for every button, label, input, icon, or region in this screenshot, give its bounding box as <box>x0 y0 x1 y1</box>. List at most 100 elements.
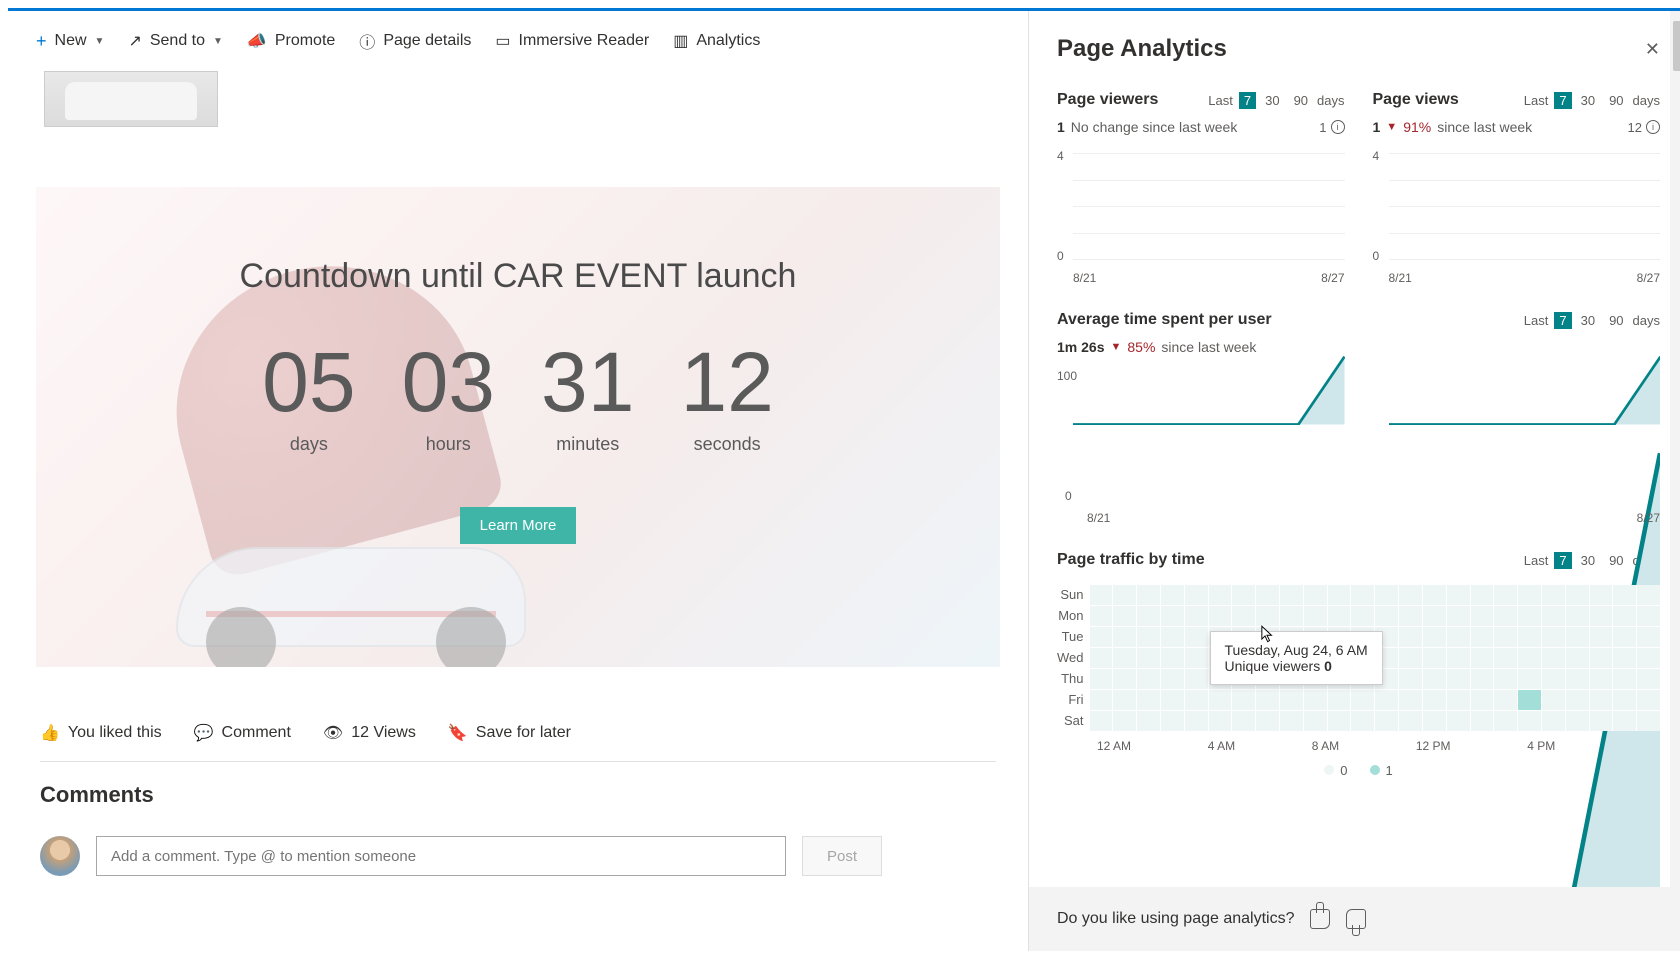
heatmap-cell[interactable] <box>1090 711 1113 731</box>
page-details-button[interactable]: ⓘPage details <box>359 29 471 53</box>
heatmap-cell[interactable] <box>1542 627 1565 647</box>
heatmap-cell[interactable] <box>1566 585 1589 605</box>
heatmap-cell[interactable] <box>1137 711 1160 731</box>
heatmap-cell[interactable] <box>1256 690 1279 710</box>
heatmap-cell[interactable] <box>1637 585 1660 605</box>
heatmap-cell[interactable] <box>1423 690 1446 710</box>
heatmap-cell[interactable] <box>1590 669 1613 689</box>
heatmap-cell[interactable] <box>1637 669 1660 689</box>
heatmap-cell[interactable] <box>1542 690 1565 710</box>
page-thumbnail[interactable] <box>44 71 218 127</box>
heatmap-cell[interactable] <box>1161 669 1184 689</box>
heatmap-cell[interactable] <box>1518 690 1541 710</box>
heatmap-cell[interactable] <box>1447 627 1470 647</box>
heatmap-cell[interactable] <box>1542 606 1565 626</box>
heatmap-cell[interactable] <box>1590 690 1613 710</box>
analytics-button[interactable]: ▥Analytics <box>673 31 760 51</box>
heatmap-cell[interactable] <box>1423 648 1446 668</box>
heatmap-cell[interactable] <box>1328 606 1351 626</box>
range-30[interactable]: 30 <box>1576 92 1600 109</box>
heatmap-cell[interactable] <box>1328 711 1351 731</box>
heatmap-cell[interactable] <box>1590 585 1613 605</box>
heatmap-cell[interactable] <box>1518 669 1541 689</box>
heatmap-cell[interactable] <box>1137 648 1160 668</box>
heatmap-cell[interactable] <box>1113 648 1136 668</box>
comment-input[interactable] <box>96 836 786 876</box>
heatmap-cell[interactable] <box>1161 648 1184 668</box>
heatmap-cell[interactable] <box>1613 648 1636 668</box>
heatmap-cell[interactable] <box>1375 585 1398 605</box>
range-7[interactable]: 7 <box>1239 92 1256 109</box>
promote-button[interactable]: 📣Promote <box>247 31 335 51</box>
heatmap-cell[interactable] <box>1161 606 1184 626</box>
heatmap-cell[interactable] <box>1471 690 1494 710</box>
close-icon[interactable]: ✕ <box>1645 39 1660 60</box>
heatmap-cell[interactable] <box>1494 648 1517 668</box>
heatmap-cell[interactable] <box>1637 648 1660 668</box>
heatmap-cell[interactable] <box>1590 648 1613 668</box>
heatmap-cell[interactable] <box>1471 606 1494 626</box>
heatmap-cell[interactable] <box>1399 585 1422 605</box>
learn-more-button[interactable]: Learn More <box>460 507 577 544</box>
heatmap-cell[interactable] <box>1471 585 1494 605</box>
heatmap-cell[interactable] <box>1423 606 1446 626</box>
heatmap-cell[interactable] <box>1328 690 1351 710</box>
heatmap-cell[interactable] <box>1090 669 1113 689</box>
heatmap-cell[interactable] <box>1542 585 1565 605</box>
heatmap-cell[interactable] <box>1232 606 1255 626</box>
heatmap-cell[interactable] <box>1375 711 1398 731</box>
heatmap-cell[interactable] <box>1399 669 1422 689</box>
heatmap-cell[interactable] <box>1423 627 1446 647</box>
views-count[interactable]: 👁12 Views <box>323 723 416 743</box>
heatmap-cell[interactable] <box>1113 690 1136 710</box>
heatmap-cell[interactable] <box>1137 606 1160 626</box>
heatmap-cell[interactable] <box>1137 627 1160 647</box>
range-90[interactable]: 90 <box>1289 92 1313 109</box>
heatmap-cell[interactable] <box>1399 690 1422 710</box>
heatmap-cell[interactable] <box>1590 627 1613 647</box>
heatmap-cell[interactable] <box>1494 711 1517 731</box>
heatmap-cell[interactable] <box>1090 648 1113 668</box>
heatmap-cell[interactable] <box>1471 648 1494 668</box>
heatmap-cell[interactable] <box>1518 711 1541 731</box>
heatmap-cell[interactable] <box>1447 669 1470 689</box>
heatmap-cell[interactable] <box>1185 606 1208 626</box>
heatmap-cell[interactable] <box>1209 711 1232 731</box>
new-button[interactable]: +New▼ <box>36 31 104 52</box>
heatmap-cell[interactable] <box>1304 606 1327 626</box>
heatmap-cell[interactable] <box>1351 690 1374 710</box>
heatmap-cell[interactable] <box>1161 627 1184 647</box>
heatmap-cell[interactable] <box>1209 585 1232 605</box>
heatmap-cell[interactable] <box>1375 690 1398 710</box>
heatmap-cell[interactable] <box>1137 585 1160 605</box>
thumbs-down-icon[interactable] <box>1346 909 1366 929</box>
heatmap-cell[interactable] <box>1590 606 1613 626</box>
heatmap-cell[interactable] <box>1209 690 1232 710</box>
heatmap-cell[interactable] <box>1613 627 1636 647</box>
heatmap-cell[interactable] <box>1232 690 1255 710</box>
thumbs-up-icon[interactable] <box>1310 909 1330 929</box>
heatmap-cell[interactable] <box>1161 585 1184 605</box>
heatmap-cell[interactable] <box>1256 585 1279 605</box>
heatmap-cell[interactable] <box>1423 669 1446 689</box>
heatmap-cell[interactable] <box>1518 648 1541 668</box>
heatmap-cell[interactable] <box>1090 627 1113 647</box>
heatmap-cell[interactable] <box>1447 711 1470 731</box>
heatmap-cell[interactable] <box>1375 606 1398 626</box>
heatmap-cell[interactable] <box>1256 606 1279 626</box>
heatmap-cell[interactable] <box>1494 690 1517 710</box>
heatmap-cell[interactable] <box>1185 711 1208 731</box>
heatmap-cell[interactable] <box>1161 711 1184 731</box>
heatmap-cell[interactable] <box>1185 669 1208 689</box>
send-to-button[interactable]: ↗Send to▼ <box>128 31 222 51</box>
heatmap-cell[interactable] <box>1471 627 1494 647</box>
heatmap-cell[interactable] <box>1304 585 1327 605</box>
heatmap-cell[interactable] <box>1209 606 1232 626</box>
heatmap-cell[interactable] <box>1447 690 1470 710</box>
heatmap-cell[interactable] <box>1637 606 1660 626</box>
heatmap-cell[interactable] <box>1137 669 1160 689</box>
heatmap-cell[interactable] <box>1423 711 1446 731</box>
like-button[interactable]: 👍You liked this <box>40 723 162 743</box>
heatmap-cell[interactable] <box>1566 711 1589 731</box>
heatmap-cell[interactable] <box>1518 627 1541 647</box>
